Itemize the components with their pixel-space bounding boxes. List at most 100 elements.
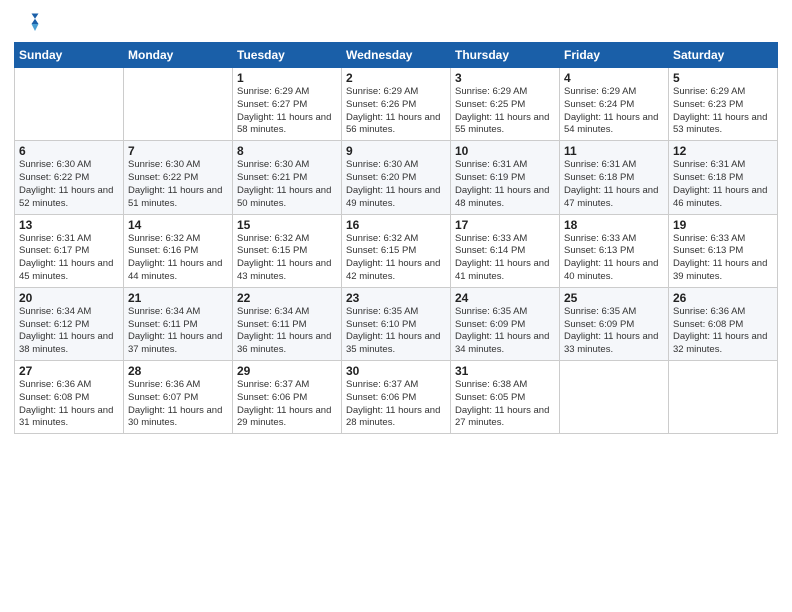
day-number: 9 bbox=[346, 144, 446, 158]
calendar-cell bbox=[560, 361, 669, 434]
day-info: Sunrise: 6:34 AM Sunset: 6:11 PM Dayligh… bbox=[237, 306, 337, 357]
weekday-header-monday: Monday bbox=[124, 43, 233, 68]
calendar-cell bbox=[15, 68, 124, 141]
calendar-cell: 19Sunrise: 6:33 AM Sunset: 6:13 PM Dayli… bbox=[669, 214, 778, 287]
header bbox=[14, 10, 778, 38]
day-info: Sunrise: 6:37 AM Sunset: 6:06 PM Dayligh… bbox=[237, 379, 337, 430]
calendar-week-4: 20Sunrise: 6:34 AM Sunset: 6:12 PM Dayli… bbox=[15, 287, 778, 360]
day-number: 25 bbox=[564, 291, 664, 305]
calendar-cell: 11Sunrise: 6:31 AM Sunset: 6:18 PM Dayli… bbox=[560, 141, 669, 214]
day-info: Sunrise: 6:30 AM Sunset: 6:22 PM Dayligh… bbox=[19, 159, 119, 210]
day-number: 4 bbox=[564, 71, 664, 85]
day-info: Sunrise: 6:29 AM Sunset: 6:24 PM Dayligh… bbox=[564, 86, 664, 137]
day-info: Sunrise: 6:38 AM Sunset: 6:05 PM Dayligh… bbox=[455, 379, 555, 430]
day-number: 26 bbox=[673, 291, 773, 305]
calendar-cell: 28Sunrise: 6:36 AM Sunset: 6:07 PM Dayli… bbox=[124, 361, 233, 434]
day-number: 3 bbox=[455, 71, 555, 85]
calendar-cell: 26Sunrise: 6:36 AM Sunset: 6:08 PM Dayli… bbox=[669, 287, 778, 360]
day-number: 14 bbox=[128, 218, 228, 232]
day-number: 10 bbox=[455, 144, 555, 158]
day-number: 6 bbox=[19, 144, 119, 158]
day-number: 27 bbox=[19, 364, 119, 378]
day-info: Sunrise: 6:33 AM Sunset: 6:13 PM Dayligh… bbox=[564, 233, 664, 284]
day-number: 13 bbox=[19, 218, 119, 232]
calendar-cell: 6Sunrise: 6:30 AM Sunset: 6:22 PM Daylig… bbox=[15, 141, 124, 214]
weekday-header-wednesday: Wednesday bbox=[342, 43, 451, 68]
day-info: Sunrise: 6:33 AM Sunset: 6:14 PM Dayligh… bbox=[455, 233, 555, 284]
day-number: 31 bbox=[455, 364, 555, 378]
calendar-cell: 9Sunrise: 6:30 AM Sunset: 6:20 PM Daylig… bbox=[342, 141, 451, 214]
day-number: 5 bbox=[673, 71, 773, 85]
calendar-week-1: 1Sunrise: 6:29 AM Sunset: 6:27 PM Daylig… bbox=[15, 68, 778, 141]
weekday-header-thursday: Thursday bbox=[451, 43, 560, 68]
day-info: Sunrise: 6:29 AM Sunset: 6:27 PM Dayligh… bbox=[237, 86, 337, 137]
day-info: Sunrise: 6:31 AM Sunset: 6:18 PM Dayligh… bbox=[564, 159, 664, 210]
day-number: 19 bbox=[673, 218, 773, 232]
calendar-week-3: 13Sunrise: 6:31 AM Sunset: 6:17 PM Dayli… bbox=[15, 214, 778, 287]
day-info: Sunrise: 6:30 AM Sunset: 6:21 PM Dayligh… bbox=[237, 159, 337, 210]
day-info: Sunrise: 6:32 AM Sunset: 6:15 PM Dayligh… bbox=[346, 233, 446, 284]
calendar-cell: 12Sunrise: 6:31 AM Sunset: 6:18 PM Dayli… bbox=[669, 141, 778, 214]
day-info: Sunrise: 6:31 AM Sunset: 6:17 PM Dayligh… bbox=[19, 233, 119, 284]
day-info: Sunrise: 6:31 AM Sunset: 6:18 PM Dayligh… bbox=[673, 159, 773, 210]
calendar-cell: 18Sunrise: 6:33 AM Sunset: 6:13 PM Dayli… bbox=[560, 214, 669, 287]
logo-icon bbox=[14, 10, 42, 38]
day-number: 22 bbox=[237, 291, 337, 305]
day-number: 16 bbox=[346, 218, 446, 232]
day-number: 8 bbox=[237, 144, 337, 158]
calendar-cell: 1Sunrise: 6:29 AM Sunset: 6:27 PM Daylig… bbox=[233, 68, 342, 141]
calendar-cell: 31Sunrise: 6:38 AM Sunset: 6:05 PM Dayli… bbox=[451, 361, 560, 434]
day-number: 28 bbox=[128, 364, 228, 378]
day-number: 21 bbox=[128, 291, 228, 305]
day-info: Sunrise: 6:29 AM Sunset: 6:26 PM Dayligh… bbox=[346, 86, 446, 137]
calendar-cell bbox=[124, 68, 233, 141]
page-container: SundayMondayTuesdayWednesdayThursdayFrid… bbox=[0, 0, 792, 444]
calendar-cell: 14Sunrise: 6:32 AM Sunset: 6:16 PM Dayli… bbox=[124, 214, 233, 287]
calendar-week-5: 27Sunrise: 6:36 AM Sunset: 6:08 PM Dayli… bbox=[15, 361, 778, 434]
calendar-cell: 17Sunrise: 6:33 AM Sunset: 6:14 PM Dayli… bbox=[451, 214, 560, 287]
day-info: Sunrise: 6:34 AM Sunset: 6:12 PM Dayligh… bbox=[19, 306, 119, 357]
day-number: 7 bbox=[128, 144, 228, 158]
calendar-cell: 10Sunrise: 6:31 AM Sunset: 6:19 PM Dayli… bbox=[451, 141, 560, 214]
day-info: Sunrise: 6:30 AM Sunset: 6:22 PM Dayligh… bbox=[128, 159, 228, 210]
day-number: 23 bbox=[346, 291, 446, 305]
calendar-cell: 8Sunrise: 6:30 AM Sunset: 6:21 PM Daylig… bbox=[233, 141, 342, 214]
calendar-cell: 16Sunrise: 6:32 AM Sunset: 6:15 PM Dayli… bbox=[342, 214, 451, 287]
calendar-cell: 3Sunrise: 6:29 AM Sunset: 6:25 PM Daylig… bbox=[451, 68, 560, 141]
calendar-cell: 29Sunrise: 6:37 AM Sunset: 6:06 PM Dayli… bbox=[233, 361, 342, 434]
day-number: 24 bbox=[455, 291, 555, 305]
weekday-header-friday: Friday bbox=[560, 43, 669, 68]
day-number: 30 bbox=[346, 364, 446, 378]
calendar-cell: 20Sunrise: 6:34 AM Sunset: 6:12 PM Dayli… bbox=[15, 287, 124, 360]
calendar-cell: 5Sunrise: 6:29 AM Sunset: 6:23 PM Daylig… bbox=[669, 68, 778, 141]
weekday-header-saturday: Saturday bbox=[669, 43, 778, 68]
day-number: 29 bbox=[237, 364, 337, 378]
day-number: 15 bbox=[237, 218, 337, 232]
calendar-cell: 13Sunrise: 6:31 AM Sunset: 6:17 PM Dayli… bbox=[15, 214, 124, 287]
day-number: 17 bbox=[455, 218, 555, 232]
calendar-cell: 21Sunrise: 6:34 AM Sunset: 6:11 PM Dayli… bbox=[124, 287, 233, 360]
day-number: 20 bbox=[19, 291, 119, 305]
weekday-header-tuesday: Tuesday bbox=[233, 43, 342, 68]
calendar-cell: 15Sunrise: 6:32 AM Sunset: 6:15 PM Dayli… bbox=[233, 214, 342, 287]
weekday-header-row: SundayMondayTuesdayWednesdayThursdayFrid… bbox=[15, 43, 778, 68]
day-info: Sunrise: 6:33 AM Sunset: 6:13 PM Dayligh… bbox=[673, 233, 773, 284]
day-info: Sunrise: 6:30 AM Sunset: 6:20 PM Dayligh… bbox=[346, 159, 446, 210]
day-info: Sunrise: 6:36 AM Sunset: 6:07 PM Dayligh… bbox=[128, 379, 228, 430]
day-info: Sunrise: 6:35 AM Sunset: 6:09 PM Dayligh… bbox=[455, 306, 555, 357]
day-info: Sunrise: 6:36 AM Sunset: 6:08 PM Dayligh… bbox=[19, 379, 119, 430]
calendar-cell: 24Sunrise: 6:35 AM Sunset: 6:09 PM Dayli… bbox=[451, 287, 560, 360]
day-number: 12 bbox=[673, 144, 773, 158]
day-info: Sunrise: 6:31 AM Sunset: 6:19 PM Dayligh… bbox=[455, 159, 555, 210]
calendar-cell: 30Sunrise: 6:37 AM Sunset: 6:06 PM Dayli… bbox=[342, 361, 451, 434]
weekday-header-sunday: Sunday bbox=[15, 43, 124, 68]
day-info: Sunrise: 6:34 AM Sunset: 6:11 PM Dayligh… bbox=[128, 306, 228, 357]
day-info: Sunrise: 6:32 AM Sunset: 6:15 PM Dayligh… bbox=[237, 233, 337, 284]
calendar-cell: 25Sunrise: 6:35 AM Sunset: 6:09 PM Dayli… bbox=[560, 287, 669, 360]
day-info: Sunrise: 6:36 AM Sunset: 6:08 PM Dayligh… bbox=[673, 306, 773, 357]
day-number: 1 bbox=[237, 71, 337, 85]
day-info: Sunrise: 6:35 AM Sunset: 6:09 PM Dayligh… bbox=[564, 306, 664, 357]
calendar-cell bbox=[669, 361, 778, 434]
calendar-cell: 22Sunrise: 6:34 AM Sunset: 6:11 PM Dayli… bbox=[233, 287, 342, 360]
logo bbox=[14, 10, 46, 38]
